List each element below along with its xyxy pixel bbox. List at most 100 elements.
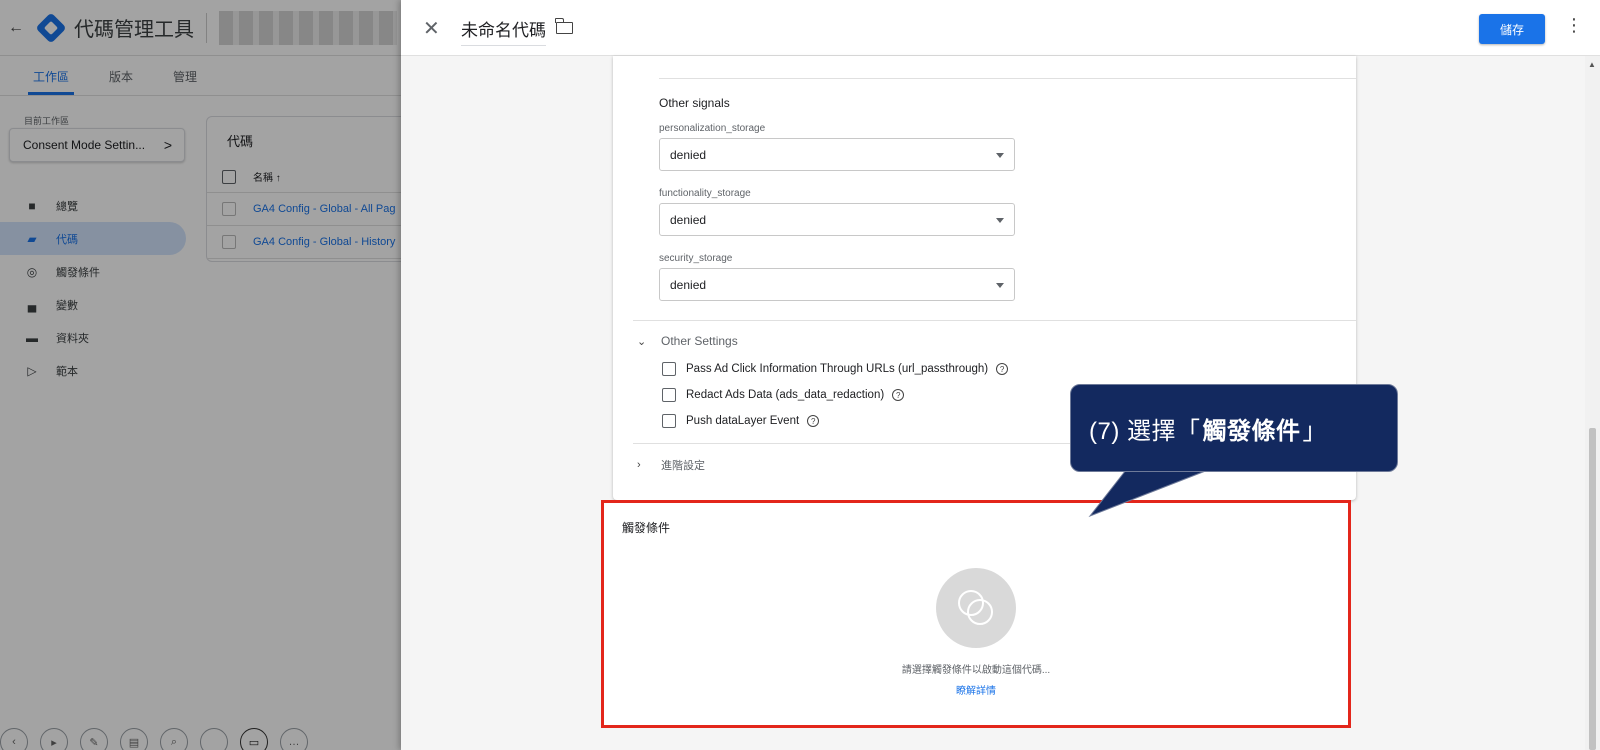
triggering-title: 觸發條件 bbox=[622, 521, 671, 535]
background-app: ← 代碼管理工具 工作區 版本 管理 目前工作區 Consent Mode Se… bbox=[0, 0, 401, 750]
learn-more-link[interactable]: 瞭解詳情 bbox=[604, 682, 1348, 697]
zoom-icon[interactable]: ⌕ bbox=[160, 728, 188, 750]
sidebar-item-tags[interactable]: ▰ 代碼 bbox=[0, 222, 186, 255]
trigger-icon: ◎ bbox=[26, 264, 38, 279]
tag-link[interactable]: GA4 Config - Global - History bbox=[253, 236, 395, 248]
checkbox[interactable] bbox=[662, 362, 676, 376]
security-storage-select[interactable]: denied bbox=[659, 268, 1015, 301]
callout-prefix: (7) 選擇「 bbox=[1089, 417, 1201, 445]
account-selector-blurred[interactable] bbox=[219, 10, 397, 45]
sidebar-item-label: 代碼 bbox=[56, 233, 78, 246]
chevron-right-icon: › bbox=[637, 459, 641, 471]
row-checkbox[interactable] bbox=[222, 202, 236, 216]
help-icon[interactable]: ? bbox=[807, 415, 820, 427]
sidebar-item-folders[interactable]: ▬ 資料夾 bbox=[0, 321, 186, 354]
other-settings-title: Other Settings bbox=[661, 334, 738, 348]
help-icon[interactable]: ? bbox=[892, 389, 905, 401]
table-row[interactable]: GA4 Config - Global - All Pag bbox=[207, 193, 401, 226]
sidebar-item-variables[interactable]: ▄ 變數 bbox=[0, 288, 186, 321]
play-icon[interactable]: ▸ bbox=[40, 728, 68, 750]
functionality-storage-select[interactable]: denied bbox=[659, 203, 1015, 236]
scrollbar[interactable]: ▲ bbox=[1585, 56, 1600, 750]
tags-card-title: 代碼 bbox=[227, 134, 254, 149]
current-workspace-label: 目前工作區 bbox=[24, 116, 70, 126]
other-signals-title: Other signals bbox=[659, 96, 730, 110]
select-all-checkbox[interactable] bbox=[222, 169, 236, 184]
folder-icon: ▬ bbox=[26, 330, 38, 345]
callout-emphasis: 觸發條件 bbox=[1202, 417, 1301, 445]
sidebar-item-label: 總覽 bbox=[56, 200, 78, 213]
sidebar-item-label: 資料夾 bbox=[56, 332, 89, 345]
slides-icon[interactable]: ▤ bbox=[120, 728, 148, 750]
scrollbar-thumb[interactable] bbox=[1589, 428, 1596, 750]
divider bbox=[633, 320, 1356, 321]
sidebar-item-templates[interactable]: ▷ 範本 bbox=[0, 354, 186, 387]
tab-workspace[interactable]: 工作區 bbox=[28, 68, 75, 95]
trigger-placeholder-icon[interactable] bbox=[936, 568, 1016, 648]
field-label: functionality_storage bbox=[659, 188, 751, 199]
ads-data-redaction-checkbox[interactable]: Redact Ads Data (ads_data_redaction) ? bbox=[662, 388, 905, 402]
checkbox-label: Pass Ad Click Information Through URLs (… bbox=[686, 363, 989, 375]
app-topbar: ← 代碼管理工具 bbox=[0, 0, 401, 56]
folder-icon[interactable] bbox=[555, 18, 573, 34]
dropdown-arrow-icon bbox=[996, 283, 1004, 288]
checkbox[interactable] bbox=[662, 414, 676, 428]
workspace-tabs: 工作區 版本 管理 bbox=[0, 56, 401, 96]
tag-name-field[interactable]: 未命名代碼 bbox=[461, 16, 546, 46]
more-vert-icon[interactable]: ⋮ bbox=[1565, 15, 1583, 36]
variables-icon: ▄ bbox=[27, 297, 37, 312]
presentation-toolbar: ‹ ▸ ✎ ▤ ⌕ ▭ … bbox=[0, 728, 320, 750]
url-passthrough-checkbox[interactable]: Pass Ad Click Information Through URLs (… bbox=[662, 362, 1009, 376]
tab-versions[interactable]: 版本 bbox=[104, 68, 138, 95]
table-row[interactable]: GA4 Config - Global - History bbox=[207, 226, 401, 259]
divider bbox=[659, 78, 1356, 79]
triggering-card[interactable]: 觸發條件 請選擇觸發條件以啟動這個代碼... 瞭解詳情 bbox=[601, 500, 1351, 728]
close-icon[interactable]: ✕ bbox=[423, 16, 440, 41]
scroll-up-arrow-icon[interactable]: ▲ bbox=[1588, 60, 1596, 69]
app-title: 代碼管理工具 bbox=[74, 19, 194, 41]
prev-icon[interactable]: ‹ bbox=[0, 728, 28, 750]
row-checkbox[interactable] bbox=[222, 235, 236, 249]
table-header: 名稱 ↑ bbox=[207, 161, 401, 193]
tab-admin[interactable]: 管理 bbox=[168, 68, 202, 95]
tag-editor-panel: ✕ 未命名代碼 儲存 ⋮ Other signals personalizati… bbox=[401, 0, 1600, 750]
chevron-right-icon: > bbox=[163, 137, 172, 153]
briefcase-icon: ■ bbox=[28, 198, 36, 213]
push-datalayer-event-checkbox[interactable]: Push dataLayer Event ? bbox=[662, 414, 820, 428]
tag-link[interactable]: GA4 Config - Global - All Pag bbox=[253, 203, 395, 215]
sidebar-item-overview[interactable]: ■ 總覽 bbox=[0, 189, 186, 222]
help-icon[interactable]: ? bbox=[996, 363, 1009, 375]
personalization-storage-select[interactable]: denied bbox=[659, 138, 1015, 171]
other-settings-toggle[interactable]: ⌄ Other Settings bbox=[637, 334, 738, 348]
trigger-hint-text: 請選擇觸發條件以啟動這個代碼... bbox=[901, 665, 1051, 676]
pointer-icon[interactable] bbox=[200, 728, 228, 750]
dropdown-arrow-icon bbox=[996, 218, 1004, 223]
video-icon[interactable]: ▭ bbox=[240, 728, 268, 750]
sidebar-item-label: 觸發條件 bbox=[56, 266, 100, 279]
more-options-icon[interactable]: … bbox=[280, 728, 308, 750]
sidebar-item-triggers[interactable]: ◎ 觸發條件 bbox=[0, 255, 186, 288]
advanced-settings-toggle[interactable]: › 進階設定 bbox=[637, 457, 705, 473]
select-value: denied bbox=[670, 212, 707, 227]
template-icon: ▷ bbox=[27, 363, 37, 378]
field-label: personalization_storage bbox=[659, 123, 766, 134]
checkbox-label: Redact Ads Data (ads_data_redaction) bbox=[686, 389, 885, 401]
column-name-header[interactable]: 名稱 ↑ bbox=[253, 169, 281, 184]
callout-suffix: 」 bbox=[1302, 417, 1327, 445]
workspace-selector-button[interactable]: Consent Mode Settin... > bbox=[9, 128, 185, 162]
checkbox[interactable] bbox=[662, 388, 676, 402]
gtm-logo-icon bbox=[35, 11, 67, 44]
dropdown-arrow-icon bbox=[996, 153, 1004, 158]
save-button[interactable]: 儲存 bbox=[1479, 14, 1545, 44]
pen-icon[interactable]: ✎ bbox=[80, 728, 108, 750]
select-value: denied bbox=[670, 147, 707, 162]
trigger-ring bbox=[967, 599, 993, 625]
select-value: denied bbox=[670, 277, 707, 292]
sidebar-item-label: 變數 bbox=[56, 299, 78, 312]
tags-list-card: 代碼 名稱 ↑ GA4 Config - Global - All Pag GA… bbox=[206, 116, 401, 262]
field-label: security_storage bbox=[659, 253, 733, 264]
back-arrow-icon[interactable]: ← bbox=[8, 19, 30, 37]
tag-icon: ▰ bbox=[27, 231, 37, 246]
panel-header: ✕ 未命名代碼 儲存 ⋮ bbox=[401, 0, 1600, 56]
divider bbox=[206, 12, 207, 43]
